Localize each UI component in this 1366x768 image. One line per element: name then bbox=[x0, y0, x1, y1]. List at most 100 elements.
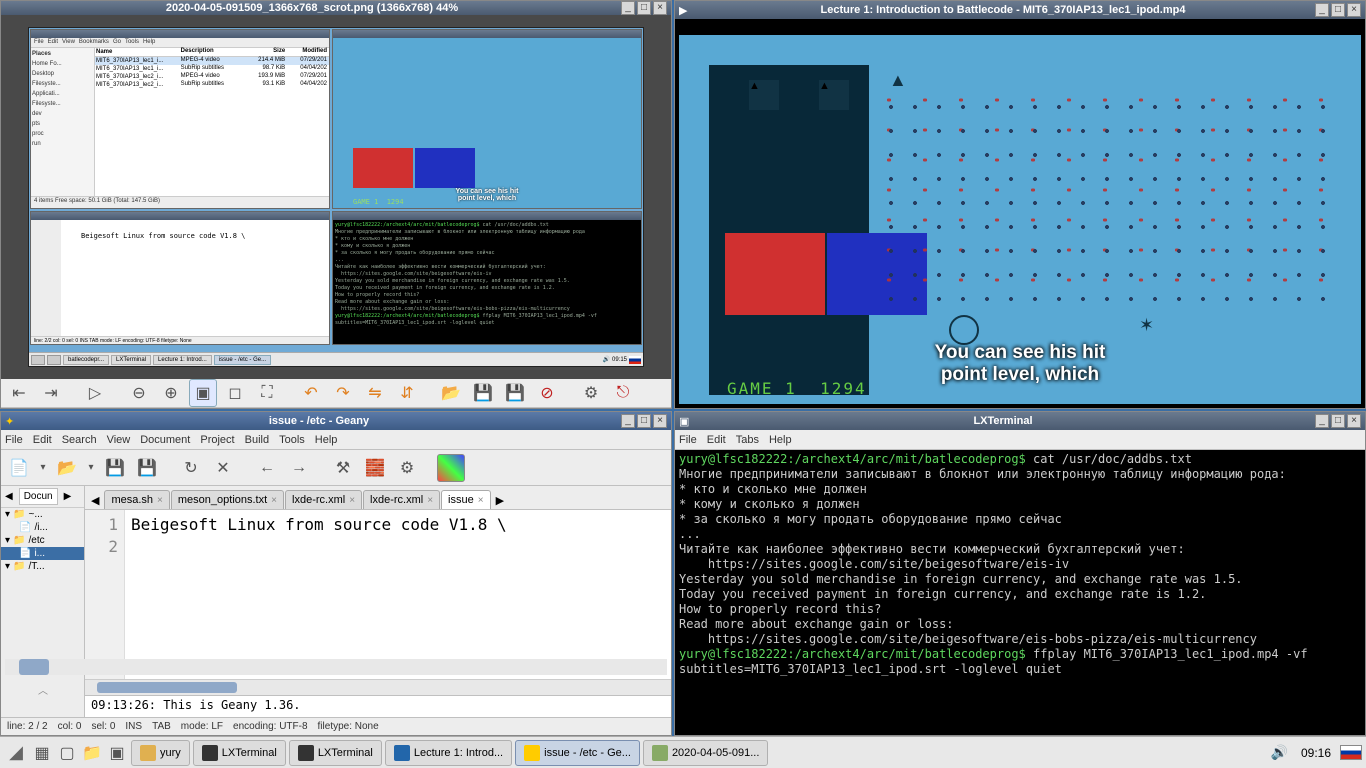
editor-tab[interactable]: lxde-rc.xml× bbox=[363, 490, 440, 509]
menu-tools[interactable]: Tools bbox=[279, 434, 305, 446]
menu-help[interactable]: Help bbox=[769, 434, 792, 446]
sidebar-tab[interactable]: Docun bbox=[19, 488, 58, 505]
flip-v-icon[interactable]: ⇵ bbox=[393, 379, 421, 407]
fullscreen-icon[interactable]: ⛶ bbox=[253, 379, 281, 407]
save-all-icon[interactable]: 💾 bbox=[133, 454, 161, 482]
video-titlebar[interactable]: ▶ Lecture 1: Introduction to Battlecode … bbox=[675, 1, 1365, 19]
close-tab-icon[interactable]: × bbox=[478, 495, 484, 506]
maximize-button[interactable]: □ bbox=[637, 414, 651, 428]
minimize-button[interactable]: _ bbox=[1315, 3, 1329, 17]
close-file-icon[interactable]: ✕ bbox=[209, 454, 237, 482]
nav-fwd-icon[interactable]: → bbox=[285, 454, 313, 482]
close-button[interactable]: × bbox=[1347, 414, 1361, 428]
saveas-icon[interactable]: 💾 bbox=[501, 379, 529, 407]
play-icon[interactable]: ▷ bbox=[81, 379, 109, 407]
sidebar-item[interactable]: 📄i... bbox=[1, 547, 84, 560]
imgviewer-titlebar[interactable]: 2020-04-05-091509_1366x768_scrot.png (13… bbox=[1, 1, 671, 15]
open-icon[interactable]: 📂 bbox=[437, 379, 465, 407]
run-icon[interactable]: ⚙ bbox=[393, 454, 421, 482]
menu-build[interactable]: Build bbox=[245, 434, 269, 446]
collapse-up-icon[interactable]: ︿ bbox=[1, 682, 85, 697]
zoom-in-icon[interactable]: ⊕ bbox=[157, 379, 185, 407]
new-dropdown-icon[interactable]: ▾ bbox=[37, 454, 49, 482]
volume-icon[interactable]: 🔊 bbox=[1267, 744, 1292, 761]
maximize-button[interactable]: □ bbox=[1331, 414, 1345, 428]
term-titlebar[interactable]: ▣ LXTerminal _ □ × bbox=[675, 412, 1365, 430]
code-area[interactable]: Beigesoft Linux from source code V1.8 \ bbox=[125, 510, 671, 679]
taskbar-item[interactable]: 2020-04-05-091... bbox=[643, 740, 768, 766]
open-icon[interactable]: 📂 bbox=[53, 454, 81, 482]
menu-search[interactable]: Search bbox=[62, 434, 97, 446]
sidebar-item[interactable]: 📄/i... bbox=[1, 521, 84, 534]
close-tab-icon[interactable]: × bbox=[427, 495, 433, 506]
keyboard-layout-ru-icon[interactable] bbox=[1340, 745, 1362, 760]
save-icon[interactable]: 💾 bbox=[469, 379, 497, 407]
flip-h-icon[interactable]: ⇋ bbox=[361, 379, 389, 407]
minimize-button[interactable]: _ bbox=[1315, 414, 1329, 428]
close-tab-icon[interactable]: × bbox=[271, 495, 277, 506]
maximize-button[interactable]: □ bbox=[637, 1, 651, 15]
sidebar-item[interactable]: ▾📁~... bbox=[1, 508, 84, 521]
video-content[interactable]: ▲ ▲ ▲ ✶ GAME 1 1294 You can see his hit … bbox=[675, 19, 1365, 408]
clock[interactable]: 09:16 bbox=[1295, 746, 1337, 760]
rotate-right-icon[interactable]: ↷ bbox=[329, 379, 357, 407]
save-icon[interactable]: 💾 bbox=[101, 454, 129, 482]
zoom-fit-icon[interactable]: ▣ bbox=[189, 379, 217, 407]
build-icon[interactable]: 🧱 bbox=[361, 454, 389, 482]
open-dropdown-icon[interactable]: ▾ bbox=[85, 454, 97, 482]
tabs-right-icon[interactable]: ▶ bbox=[492, 492, 508, 509]
menu-document[interactable]: Document bbox=[140, 434, 190, 446]
zoom-out-icon[interactable]: ⊖ bbox=[125, 379, 153, 407]
compile-icon[interactable]: ⚒ bbox=[329, 454, 357, 482]
maximize-button[interactable]: □ bbox=[1331, 3, 1345, 17]
taskbar-item[interactable]: LXTerminal bbox=[289, 740, 382, 766]
color-icon[interactable] bbox=[437, 454, 465, 482]
sidebar-right-icon[interactable]: ▶ bbox=[60, 489, 76, 504]
menu-file[interactable]: File bbox=[5, 434, 23, 446]
new-file-icon[interactable]: 📄 bbox=[5, 454, 33, 482]
start-menu-icon[interactable]: ◢ bbox=[4, 741, 28, 765]
minimize-button[interactable]: _ bbox=[621, 1, 635, 15]
tabs-left-icon[interactable]: ◀ bbox=[87, 492, 103, 509]
editor-tab[interactable]: mesa.sh× bbox=[104, 490, 169, 509]
close-tab-icon[interactable]: × bbox=[349, 495, 355, 506]
close-button[interactable]: × bbox=[1347, 3, 1361, 17]
terminal-content[interactable]: yury@lfsc182222:/archext4/arc/mit/batlec… bbox=[675, 450, 1365, 735]
file-manager-launcher-icon[interactable]: 📁 bbox=[81, 742, 103, 764]
close-button[interactable]: × bbox=[653, 1, 667, 15]
next-icon[interactable]: ⇥ bbox=[37, 379, 65, 407]
taskbar-item-active[interactable]: issue - /etc - Ge... bbox=[515, 740, 640, 766]
reload-icon[interactable]: ↻ bbox=[177, 454, 205, 482]
taskbar-item[interactable]: yury bbox=[131, 740, 190, 766]
taskbar-item[interactable]: LXTerminal bbox=[193, 740, 286, 766]
sidebar-item[interactable]: ▾📁/T... bbox=[1, 560, 84, 573]
delete-icon[interactable]: ⊘ bbox=[533, 379, 561, 407]
editor-tab[interactable]: meson_options.txt× bbox=[171, 490, 284, 509]
minimize-button[interactable]: _ bbox=[621, 414, 635, 428]
menu-edit[interactable]: Edit bbox=[33, 434, 52, 446]
workspace-2-icon[interactable]: ▢ bbox=[56, 742, 78, 764]
close-tab-icon[interactable]: × bbox=[157, 495, 163, 506]
prev-icon[interactable]: ⇤ bbox=[5, 379, 33, 407]
h-scrollbar[interactable] bbox=[85, 679, 671, 695]
menu-view[interactable]: View bbox=[107, 434, 131, 446]
settings-icon[interactable]: ⚙ bbox=[577, 379, 605, 407]
editor-tab[interactable]: lxde-rc.xml× bbox=[285, 490, 362, 509]
menu-edit[interactable]: Edit bbox=[707, 434, 726, 446]
geany-titlebar[interactable]: ✦ issue - /etc - Geany _ □ × bbox=[1, 412, 671, 430]
zoom-orig-icon[interactable]: ◻ bbox=[221, 379, 249, 407]
rotate-left-icon[interactable]: ↶ bbox=[297, 379, 325, 407]
menu-project[interactable]: Project bbox=[200, 434, 234, 446]
menu-help[interactable]: Help bbox=[315, 434, 338, 446]
taskbar-item[interactable]: Lecture 1: Introd... bbox=[385, 740, 512, 766]
exit-icon[interactable]: ⎋ bbox=[609, 379, 637, 407]
sidebar-left-icon[interactable]: ◀ bbox=[1, 489, 17, 504]
geany-editor[interactable]: 12 Beigesoft Linux from source code V1.8… bbox=[85, 510, 671, 679]
sidebar-item[interactable]: ▾📁/etc bbox=[1, 534, 84, 547]
workspace-1-icon[interactable]: ▦ bbox=[31, 742, 53, 764]
close-button[interactable]: × bbox=[653, 414, 667, 428]
menu-file[interactable]: File bbox=[679, 434, 697, 446]
terminal-launcher-icon[interactable]: ▣ bbox=[106, 742, 128, 764]
menu-tabs[interactable]: Tabs bbox=[736, 434, 759, 446]
editor-tab-active[interactable]: issue× bbox=[441, 490, 491, 509]
